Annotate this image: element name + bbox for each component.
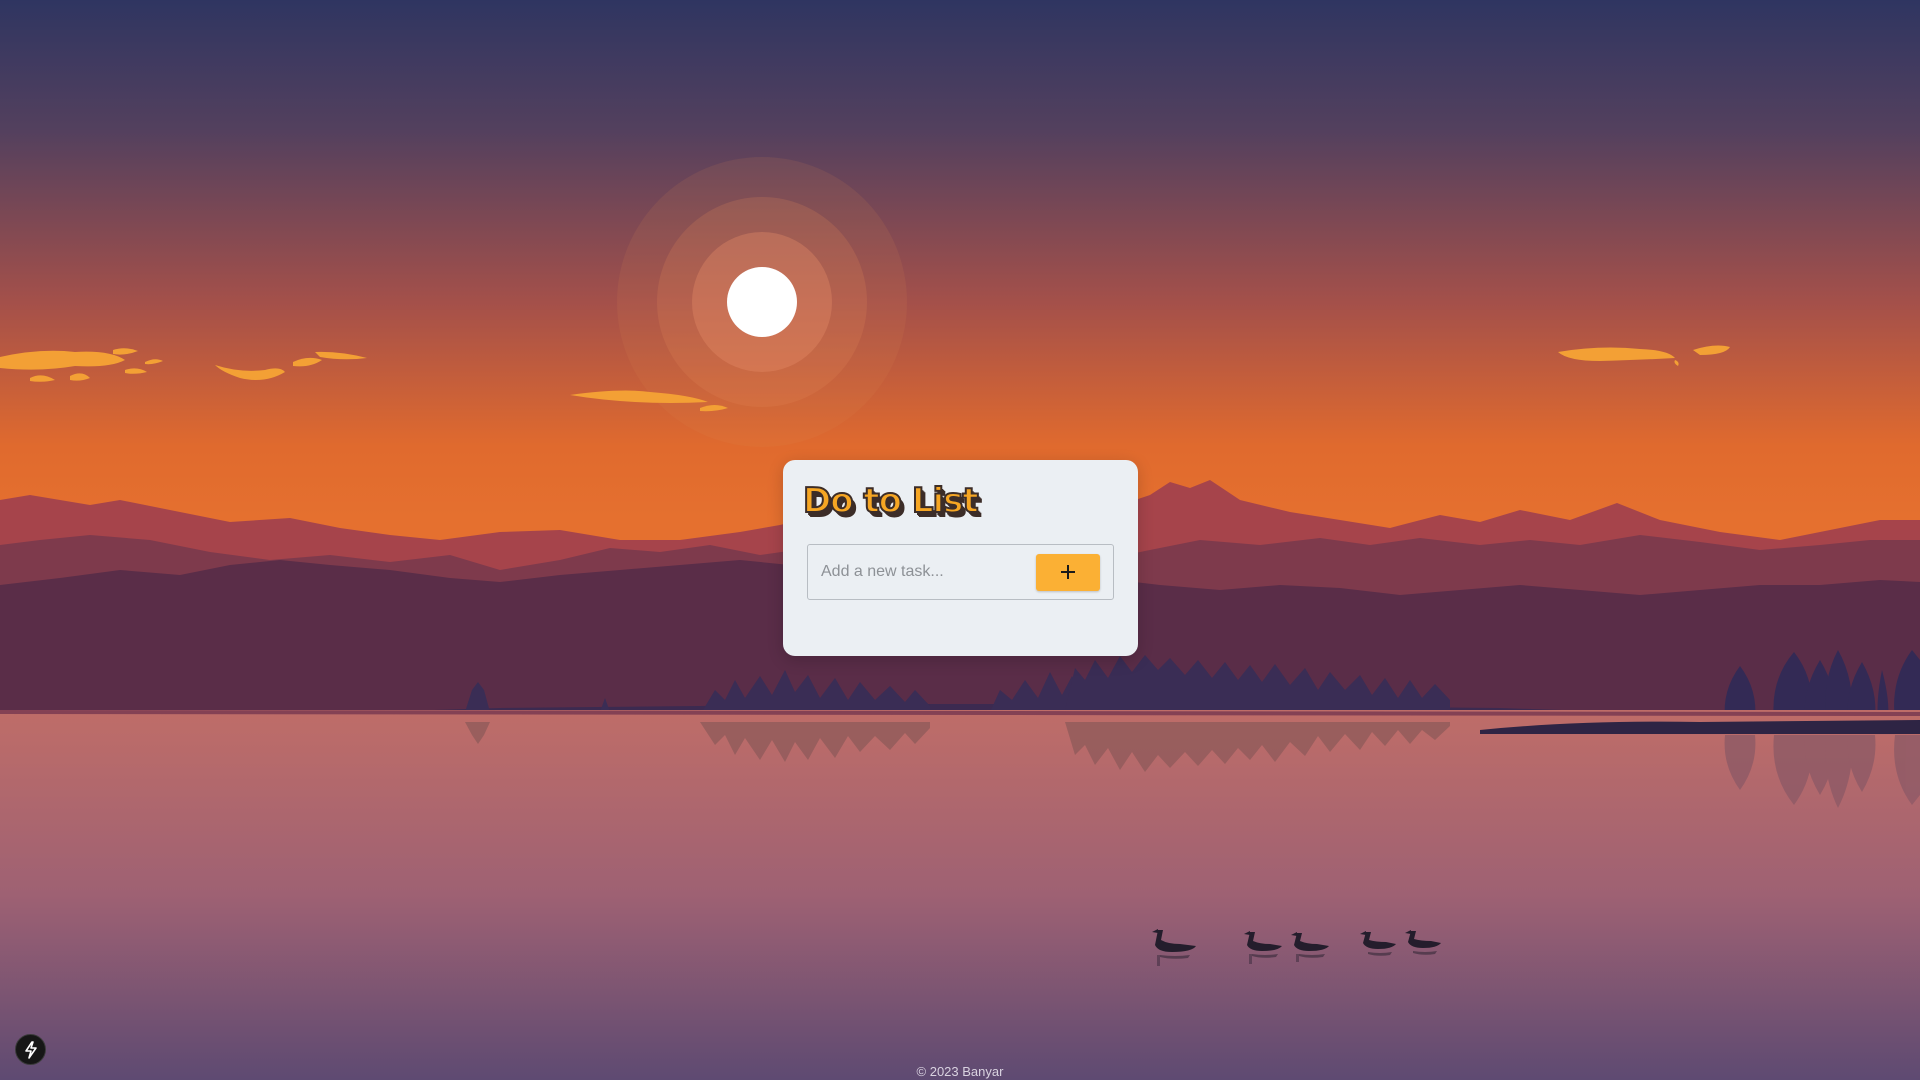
footer-copyright: © 2023 Banyar xyxy=(916,1064,1004,1079)
card-title: Do to List xyxy=(802,481,980,521)
task-input[interactable] xyxy=(809,546,1029,598)
add-task-form xyxy=(807,544,1114,600)
todo-card: Do to List xyxy=(783,460,1138,656)
plus-icon xyxy=(1061,565,1075,579)
lake xyxy=(0,710,1920,1080)
dev-tools-badge[interactable] xyxy=(15,1034,46,1065)
add-task-button[interactable] xyxy=(1036,554,1100,591)
sun xyxy=(727,267,797,337)
lightning-icon xyxy=(25,1041,37,1059)
